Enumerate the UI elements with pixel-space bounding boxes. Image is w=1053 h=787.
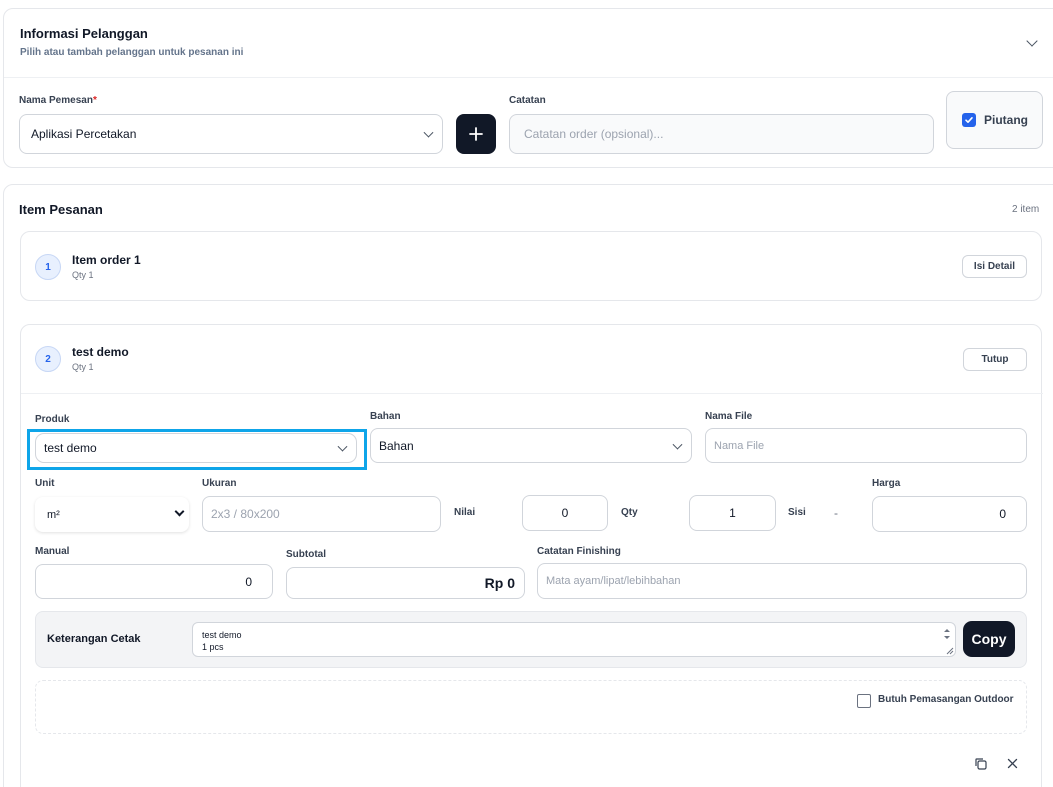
note-placeholder: Catatan order (opsional)...: [524, 127, 664, 141]
manual-label: Manual: [35, 546, 70, 557]
nilai-input[interactable]: 0: [522, 495, 608, 531]
items-count: 2 item: [1012, 204, 1040, 215]
name-label: Nama Pemesan*: [19, 95, 97, 106]
item-qty: Qty 1: [72, 362, 94, 372]
keterangan-textarea[interactable]: test demo 1 pcs: [192, 622, 956, 657]
subtotal-label: Subtotal: [286, 549, 326, 560]
chevron-down-icon: [174, 506, 185, 517]
keterangan-line: test demo: [202, 630, 242, 640]
item-qty: Qty 1: [72, 270, 94, 280]
checkbox-checked-icon[interactable]: [962, 113, 976, 127]
item-name: Item order 1: [72, 253, 141, 267]
sisi-value: -: [834, 506, 838, 520]
customer-divider: [4, 77, 1053, 78]
customer-select[interactable]: Aplikasi Percetakan: [19, 114, 443, 154]
harga-label: Harga: [872, 478, 901, 489]
chevron-down-icon: [672, 439, 683, 450]
item-row: 1 Item order 1 Qty 1 Isi Detail: [20, 231, 1042, 301]
outdoor-checkbox[interactable]: [857, 694, 871, 708]
duplicate-icon[interactable]: [974, 757, 987, 770]
qty-value: 1: [729, 506, 736, 520]
item-name: test demo: [72, 345, 129, 359]
piutang-label: Piutang: [984, 113, 1028, 127]
chevron-down-icon: [423, 127, 434, 138]
collapse-chevron-icon[interactable]: [1026, 35, 1038, 47]
harga-value: 0: [999, 507, 1006, 521]
namafile-input[interactable]: Nama File: [705, 428, 1027, 463]
manual-value: 0: [245, 574, 252, 589]
spinner-arrows-icon[interactable]: [942, 627, 952, 641]
produk-select[interactable]: test demo: [35, 433, 357, 463]
keterangan-label: Keterangan Cetak: [47, 633, 141, 645]
plus-icon: [469, 127, 483, 141]
customer-title: Informasi Pelanggan: [20, 26, 148, 41]
items-title: Item Pesanan: [19, 202, 103, 217]
item-divider: [21, 393, 1043, 394]
finishing-label: Catatan Finishing: [537, 546, 621, 557]
namafile-label: Nama File: [705, 411, 753, 422]
subtotal-value: Rp 0: [484, 575, 515, 591]
customer-select-value: Aplikasi Percetakan: [31, 127, 137, 141]
sisi-label: Sisi: [788, 507, 806, 518]
produk-value: test demo: [44, 441, 97, 455]
nilai-value: 0: [561, 506, 569, 520]
note-input[interactable]: Catatan order (opsional)...: [509, 114, 934, 154]
harga-input[interactable]: 0: [872, 496, 1027, 532]
bahan-label: Bahan: [370, 411, 401, 422]
unit-value: m²: [47, 508, 60, 521]
ukuran-input[interactable]: 2x3 / 80x200: [202, 496, 441, 532]
produk-label: Produk: [35, 414, 70, 425]
unit-select[interactable]: m²: [35, 497, 189, 532]
qty-label: Qty: [621, 507, 638, 518]
ukuran-label: Ukuran: [202, 478, 237, 489]
close-item-button[interactable]: Tutup: [963, 348, 1027, 371]
namafile-placeholder: Nama File: [714, 439, 765, 452]
note-label: Catatan: [509, 95, 546, 106]
resize-handle-icon[interactable]: [946, 647, 954, 655]
unit-label: Unit: [35, 478, 55, 489]
delete-close-icon[interactable]: [1007, 758, 1018, 769]
fill-detail-button[interactable]: Isi Detail: [962, 255, 1027, 278]
subtotal-field: Rp 0: [286, 567, 525, 599]
bahan-value: Bahan: [379, 438, 414, 453]
piutang-toggle[interactable]: Piutang: [946, 91, 1043, 149]
copy-button[interactable]: Copy: [963, 621, 1015, 657]
nilai-label: Nilai: [454, 507, 476, 518]
chevron-down-icon: [337, 441, 348, 452]
ukuran-placeholder: 2x3 / 80x200: [211, 507, 280, 521]
outdoor-panel: [35, 680, 1027, 734]
keterangan-line: 1 pcs: [202, 642, 224, 652]
finishing-placeholder: Mata ayam/lipat/lebihbahan: [546, 575, 681, 587]
finishing-input[interactable]: Mata ayam/lipat/lebihbahan: [537, 563, 1027, 599]
qty-input[interactable]: 1: [689, 495, 776, 531]
manual-input[interactable]: 0: [35, 564, 273, 599]
item-number-badge: 2: [35, 346, 61, 372]
outdoor-label: Butuh Pemasangan Outdoor: [878, 694, 1014, 705]
add-customer-button[interactable]: [456, 114, 496, 154]
bahan-select[interactable]: Bahan: [370, 428, 692, 463]
item-number-badge: 1: [35, 254, 61, 280]
customer-subtitle: Pilih atau tambah pelanggan untuk pesana…: [20, 47, 244, 58]
